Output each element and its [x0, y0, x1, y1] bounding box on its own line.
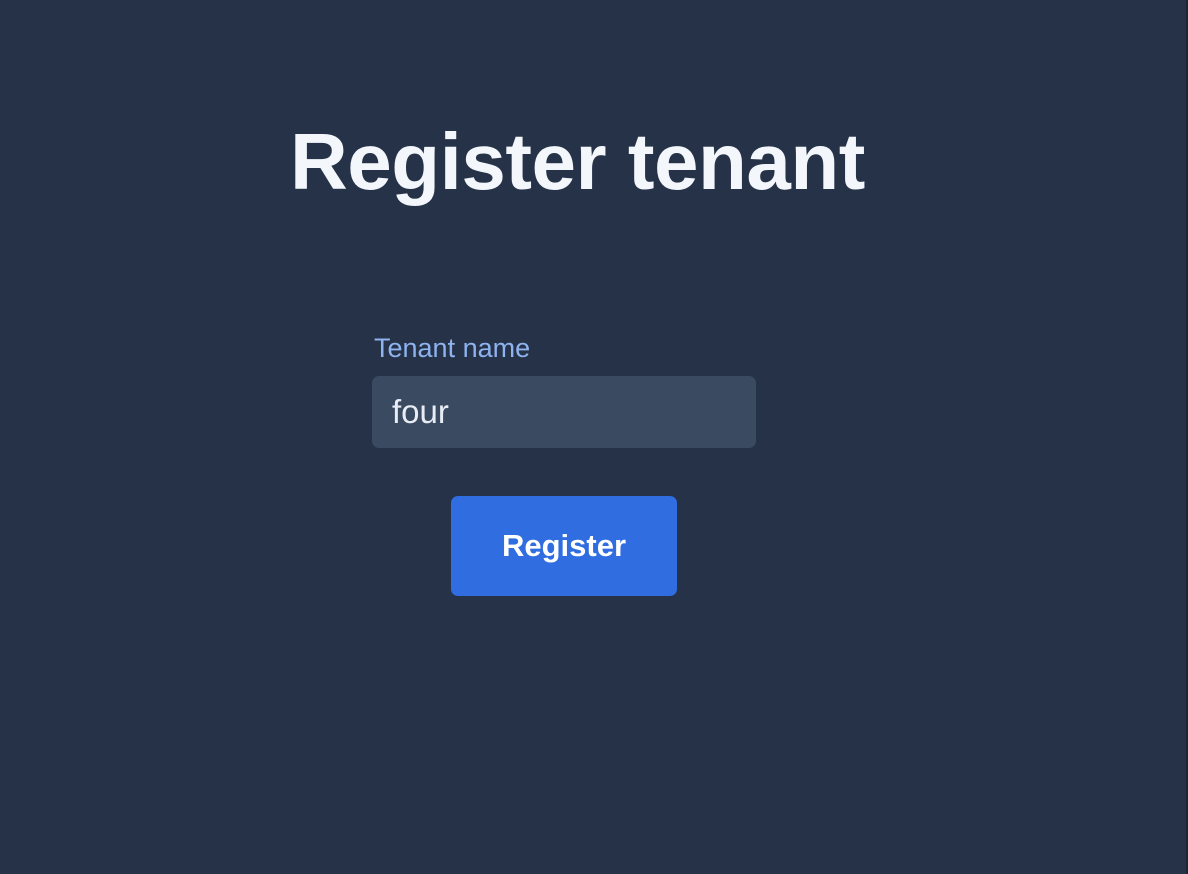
tenant-name-input[interactable]: [372, 376, 756, 448]
register-button[interactable]: Register: [451, 496, 677, 596]
tenant-name-label: Tenant name: [374, 333, 531, 363]
register-tenant-page: Register tenant Tenant name Register: [0, 0, 1188, 874]
page-title: Register tenant: [290, 117, 865, 206]
register-tenant-form: Tenant name: [372, 333, 756, 448]
